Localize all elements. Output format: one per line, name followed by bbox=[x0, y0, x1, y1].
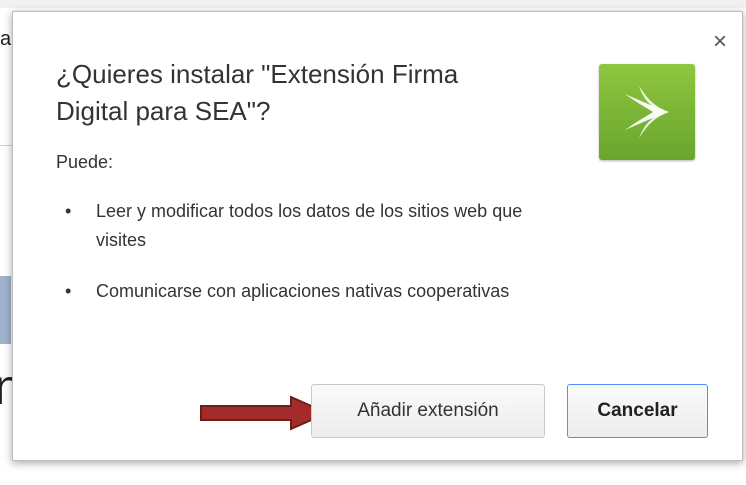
install-extension-dialog: × ¿Quieres instalar "Extensión Firma Dig… bbox=[12, 11, 743, 461]
cancel-button[interactable]: Cancelar bbox=[567, 384, 708, 438]
screen: a n × ¿Quieres instalar "Extensión Firma… bbox=[0, 0, 746, 485]
dialog-title: ¿Quieres instalar "Extensión Firma Digit… bbox=[56, 59, 459, 126]
background-text-fragment: a bbox=[0, 28, 12, 50]
permission-text: Leer y modificar todos los datos de los … bbox=[96, 201, 523, 250]
permissions-list: • Leer y modificar todos los datos de lo… bbox=[56, 197, 526, 328]
permissions-heading: Puede: bbox=[56, 152, 114, 172]
background-strip bbox=[0, 0, 746, 8]
extension-logo-icon bbox=[599, 64, 695, 160]
background-divider bbox=[0, 145, 12, 146]
bullet: • bbox=[65, 281, 72, 301]
permission-text: Comunicarse con aplicaciones nativas coo… bbox=[96, 281, 510, 301]
add-extension-button[interactable]: Añadir extensión bbox=[311, 384, 545, 438]
background-panel bbox=[0, 276, 11, 344]
bullet: • bbox=[65, 201, 72, 221]
list-item: • Leer y modificar todos los datos de lo… bbox=[56, 197, 526, 255]
list-item: • Comunicarse con aplicaciones nativas c… bbox=[56, 277, 526, 306]
close-icon[interactable]: × bbox=[708, 30, 732, 54]
